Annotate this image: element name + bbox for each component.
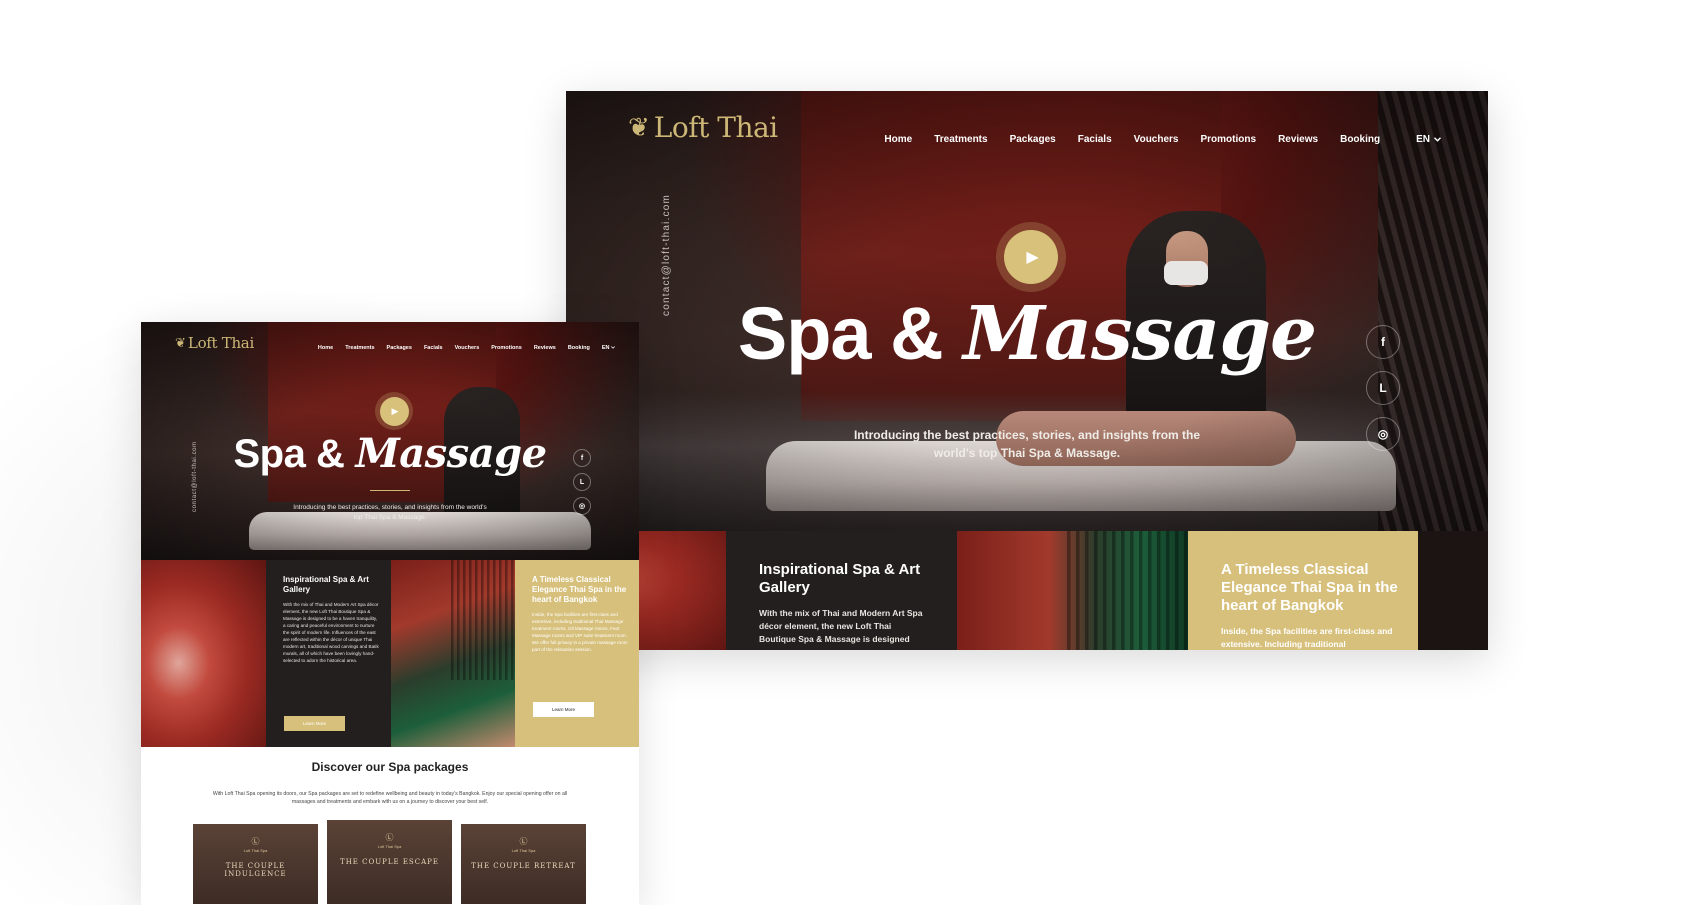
hero-title-script: Massage [963,291,1317,377]
mini-gallery-feature-card: Inspirational Spa & Art Gallery With the… [266,560,391,747]
package-name: THE COUPLE ESCAPE [340,858,439,866]
mini-gallery-feature-title: Inspirational Spa & Art Gallery [283,575,369,594]
package-card-escape[interactable]: Ⓛ Loft Thai Spa THE COUPLE ESCAPE [327,820,452,904]
gallery-feature-text: With the mix of Thai and Modern Art Spa … [759,608,923,644]
social-links: f L ◎ [1366,325,1400,451]
nav-item-treatments[interactable]: Treatments [934,134,987,145]
page-mockup: ❦ Loft Thai Home Treatments Packages Fac… [141,322,639,905]
packages-title: Discover our Spa packages [311,760,469,774]
classical-learn-more-button[interactable]: Learn More [533,702,594,717]
spa-room-image [957,531,1188,650]
mini-hero-intro: Introducing the best practices, stories,… [141,503,639,523]
mini-hero-intro-text: Introducing the best practices, stories,… [293,504,487,521]
showcase-canvas: ❦ Loft Thai Home Treatments Packages Fac… [0,0,1697,905]
packages-section: Discover our Spa packages With Loft Thai… [141,747,639,905]
mini-spa-room-image [391,560,515,747]
nav-item-vouchers[interactable]: Vouchers [1134,134,1179,145]
nav-item-home[interactable]: Home [884,134,912,145]
mini-language-selector[interactable]: EN [602,345,615,351]
mini-line-icon[interactable]: L [573,473,591,491]
mini-video-play-button[interactable]: ▶ [375,392,413,430]
mini-chevron-down-icon [611,346,615,349]
hero-intro: Introducing the best practices, stories,… [566,426,1488,462]
mini-nav-item-treatments[interactable]: Treatments [345,345,374,351]
mini-hero-section: ❦ Loft Thai Home Treatments Packages Fac… [141,322,639,560]
mini-nav-item-packages[interactable]: Packages [387,345,412,351]
nav-item-facials[interactable]: Facials [1078,134,1112,145]
logo-leaf-icon: ❦ [628,112,650,143]
mini-nav-item-promotions[interactable]: Promotions [491,345,522,351]
mini-social-links: f L ◎ [573,449,591,515]
mini-art-gallery-image [141,560,266,747]
package-card-indulgence[interactable]: Ⓛ Loft Thai Spa THE COUPLE INDULGENCE [193,824,318,904]
classical-feature-title: A Timeless Classical Elegance Thai Spa i… [1221,561,1398,614]
line-icon[interactable]: L [1366,371,1400,405]
mini-logo-text: Loft Thai [187,334,254,352]
site-logo[interactable]: ❦ Loft Thai [628,111,778,144]
features-strip: Inspirational Spa & Art Gallery With the… [566,531,1488,650]
mini-features-strip: Inspirational Spa & Art Gallery With the… [141,560,639,747]
package-cards: Ⓛ Loft Thai Spa THE COUPLE INDULGENCE Ⓛ … [193,820,586,904]
mini-site-logo[interactable]: ❦ Loft Thai [175,334,254,352]
mini-nav-menu: Home Treatments Packages Facials Voucher… [318,345,615,351]
mini-hero-divider [370,490,410,491]
mini-facebook-icon[interactable]: f [573,449,591,467]
packages-description: With Loft Thai Spa opening its doors, ou… [212,791,568,805]
package-brand: Loft Thai Spa [243,848,268,853]
mini-gallery-feature-text: With the mix of Thai and Modern Art Spa … [283,602,379,663]
package-name: THE COUPLE INDULGENCE [224,862,287,878]
nav-item-promotions[interactable]: Promotions [1201,134,1257,145]
mini-instagram-icon[interactable]: ◎ [573,497,591,515]
mini-nav-item-facials[interactable]: Facials [424,345,443,351]
gallery-learn-more-button[interactable]: Learn More [284,716,345,731]
nav-item-packages[interactable]: Packages [1010,134,1056,145]
mini-classical-feature-title: A Timeless Classical Elegance Thai Spa i… [532,575,627,604]
nav-item-booking[interactable]: Booking [1340,134,1380,145]
gallery-feature-card: Inspirational Spa & Art Gallery With the… [726,531,957,650]
instagram-icon[interactable]: ◎ [1366,417,1400,451]
play-icon: ▶ [1004,230,1058,284]
gallery-feature-title: Inspirational Spa & Art Gallery [759,561,921,596]
mini-language-label: EN [601,345,610,351]
package-badge-icon: Ⓛ [251,837,260,846]
desktop-mockup: ❦ Loft Thai Home Treatments Packages Fac… [566,91,1488,650]
mini-nav-item-vouchers[interactable]: Vouchers [455,345,480,351]
mini-logo-leaf-icon: ❦ [175,335,186,351]
nav-menu: Home Treatments Packages Facials Voucher… [884,134,1441,145]
mini-hero-title-script: Massage [355,430,547,477]
language-label: EN [1416,134,1430,145]
mini-classical-feature-text: Inside, the Spa facilities are first-cla… [532,612,628,652]
mini-nav-item-booking[interactable]: Booking [568,345,590,351]
video-play-button[interactable]: ▶ [996,222,1066,292]
hero-section: ❦ Loft Thai Home Treatments Packages Fac… [566,91,1488,531]
nav-item-reviews[interactable]: Reviews [1278,134,1318,145]
mini-nav-item-home[interactable]: Home [318,345,333,351]
hero-title-plain: Spa & [737,292,944,375]
package-name: THE COUPLE RETREAT [471,862,576,870]
hero-intro-text: Introducing the best practices, stories,… [853,428,1201,460]
logo-text: Loft Thai [653,111,778,144]
classical-feature-text: Inside, the Spa facilities are first-cla… [1221,626,1393,649]
language-selector[interactable]: EN [1416,134,1441,145]
package-brand: Loft Thai Spa [511,848,536,853]
mini-play-icon: ▶ [379,396,409,426]
mini-hero-title-plain: Spa & [233,432,345,476]
chevron-down-icon [1434,137,1441,142]
package-badge-icon: Ⓛ [519,837,528,846]
hero-title: Spa & Massage [566,291,1488,377]
top-navigation: ❦ Loft Thai Home Treatments Packages Fac… [566,91,1488,191]
mini-nav-item-reviews[interactable]: Reviews [534,345,556,351]
package-card-retreat[interactable]: Ⓛ Loft Thai Spa THE COUPLE RETREAT [461,824,586,904]
package-badge-icon: Ⓛ [385,833,394,842]
mini-classical-feature-card: A Timeless Classical Elegance Thai Spa i… [515,560,639,747]
package-brand: Loft Thai Spa [377,844,402,849]
facebook-icon[interactable]: f [1366,325,1400,359]
mini-hero-title: Spa & Massage [141,430,639,477]
classical-feature-card: A Timeless Classical Elegance Thai Spa i… [1188,531,1418,650]
